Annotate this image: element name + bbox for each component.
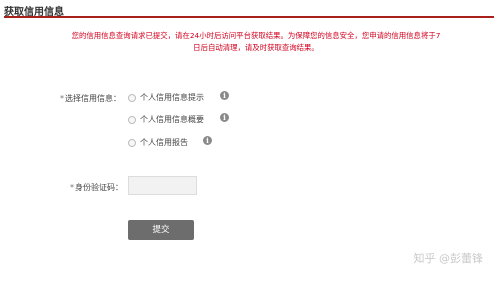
notice-message: 您的信用信息查询请求已提交，请在24小时后访问平台获取结果。为保障您的信息安全，…	[30, 30, 482, 54]
required-mark: *	[60, 94, 64, 103]
option-label: 个人信用信息概要	[140, 115, 204, 124]
select-info-label: *选择信用信息：	[60, 93, 121, 104]
option-label: 个人信用报告	[140, 138, 188, 147]
radio-button[interactable]	[128, 138, 136, 147]
option-credit-report[interactable]: 个人信用报告	[128, 137, 188, 148]
submit-button[interactable]: 提交	[128, 220, 194, 240]
verification-code-input[interactable]	[128, 176, 197, 195]
radio-button[interactable]	[128, 93, 136, 102]
notice-line-2: 日后自动清理，请及时获取查询结果。	[193, 43, 319, 52]
option-credit-summary[interactable]: 个人信用信息概要	[128, 114, 204, 125]
watermark: 知乎 @彭蕾锋	[413, 252, 484, 265]
info-icon[interactable]: i	[203, 136, 212, 145]
option-label: 个人信用信息提示	[140, 93, 204, 102]
option-credit-hint[interactable]: 个人信用信息提示	[128, 92, 204, 103]
info-icon[interactable]: i	[220, 113, 229, 122]
verification-code-label-text: 身份验证码：	[75, 183, 123, 192]
notice-line-1: 您的信用信息查询请求已提交，请在24小时后访问平台获取结果。为保障您的信息安全，…	[71, 31, 441, 40]
required-mark: *	[70, 183, 74, 192]
verification-code-label: *身份验证码：	[70, 182, 123, 193]
select-info-label-text: 选择信用信息：	[65, 94, 121, 103]
info-icon[interactable]: i	[220, 91, 229, 100]
title-divider	[4, 16, 494, 18]
radio-button[interactable]	[128, 115, 136, 124]
